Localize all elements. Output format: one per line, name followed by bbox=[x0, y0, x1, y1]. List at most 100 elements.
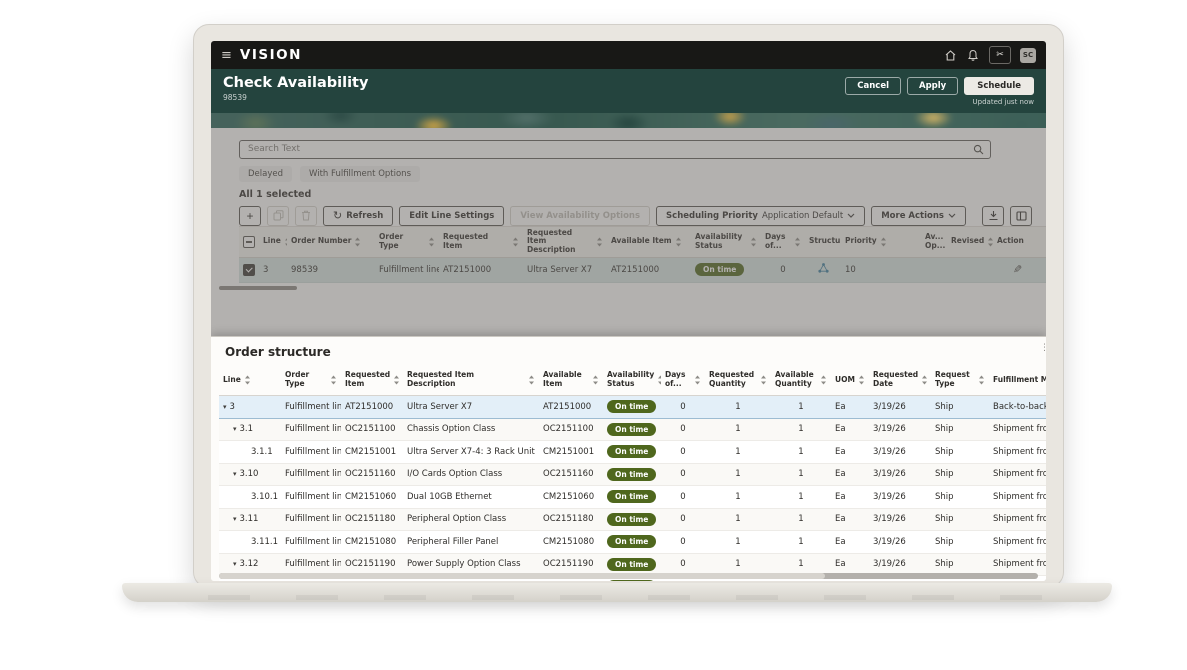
os-cell-requested_item: OC2151100 bbox=[341, 419, 403, 441]
os-cell-request_type: Ship bbox=[931, 509, 989, 531]
status-badge: On time bbox=[607, 400, 656, 413]
os-cell-days_of: 0 bbox=[661, 509, 705, 531]
os-cell-request_type: Ship bbox=[931, 419, 989, 441]
apply-button[interactable]: Apply bbox=[907, 77, 958, 95]
column-header-available_item[interactable]: Available Item bbox=[539, 365, 603, 395]
app-window: ≡ VISION ✂ SC Check Availability bbox=[211, 41, 1046, 581]
column-label: Fulfillment Mo bbox=[993, 376, 1046, 385]
column-header-status[interactable]: Availability Status bbox=[603, 365, 661, 395]
column-header-days_of[interactable]: Days of... bbox=[661, 365, 705, 395]
os-cell-status: On time bbox=[603, 419, 661, 441]
status-badge: On time bbox=[607, 558, 656, 571]
menu-icon[interactable]: ≡ bbox=[221, 48, 232, 63]
sort-icon bbox=[820, 375, 827, 385]
notifications-bell-icon[interactable] bbox=[966, 48, 980, 62]
sort-icon bbox=[528, 375, 535, 385]
os-cell-order_type: Fulfillment line bbox=[281, 396, 341, 418]
column-header-description[interactable]: Requested Item Description bbox=[403, 365, 539, 395]
os-cell-days_of: 0 bbox=[661, 531, 705, 553]
column-header-request_type[interactable]: Request Type bbox=[931, 365, 989, 395]
os-cell-fulfillment_mode: Shipment fron bbox=[989, 531, 1046, 553]
os-cell-uom: Ea bbox=[831, 396, 869, 418]
user-avatar[interactable]: SC bbox=[1020, 48, 1036, 63]
order-structure-row[interactable]: 3.10.1Fulfillment lineCM2151060Dual 10GB… bbox=[219, 486, 1046, 509]
os-cell-line: ▾3.1 bbox=[219, 419, 281, 441]
os-cell-order_type: Fulfillment line bbox=[281, 554, 341, 576]
panel-clipped-kebab-icon[interactable]: ⋮ bbox=[1040, 343, 1046, 353]
expand-arrow-icon[interactable]: ▾ bbox=[233, 470, 237, 478]
os-cell-request_type: Ship bbox=[931, 531, 989, 553]
column-header-line[interactable]: Line bbox=[219, 365, 281, 395]
os-cell-status: On time bbox=[603, 509, 661, 531]
os-cell-requested_item: AT2151000 bbox=[341, 396, 403, 418]
os-cell-requested_date: 3/19/26 bbox=[869, 419, 931, 441]
os-cell-order_type: Fulfillment line bbox=[281, 419, 341, 441]
schedule-button[interactable]: Schedule bbox=[964, 77, 1034, 95]
column-header-requested_item[interactable]: Requested Item bbox=[341, 365, 403, 395]
page-background: ≡ VISION ✂ SC Check Availability bbox=[0, 0, 1187, 670]
os-cell-uom: Ea bbox=[831, 419, 869, 441]
column-header-order_type[interactable]: Order Type bbox=[281, 365, 341, 395]
column-label: Line bbox=[223, 376, 241, 385]
os-cell-order_type: Fulfillment line bbox=[281, 464, 341, 486]
os-cell-requested_date: 3/19/26 bbox=[869, 464, 931, 486]
laptop-screen-bezel: ≡ VISION ✂ SC Check Availability bbox=[193, 24, 1064, 588]
status-badge: On time bbox=[607, 535, 656, 548]
os-cell-order_type: Fulfillment line bbox=[281, 441, 341, 463]
order-structure-table-header: Line Order TypeRequested ItemRequested It… bbox=[219, 365, 1046, 396]
expand-arrow-icon[interactable]: ▾ bbox=[233, 515, 237, 523]
os-cell-fulfillment_mode: Shipment fron bbox=[989, 464, 1046, 486]
home-icon[interactable] bbox=[943, 48, 957, 62]
os-cell-status: On time bbox=[603, 531, 661, 553]
os-cell-days_of: 0 bbox=[661, 441, 705, 463]
os-cell-status: On time bbox=[603, 441, 661, 463]
os-cell-available_qty: 1 bbox=[771, 486, 831, 508]
os-cell-fulfillment_mode: Shipment fron bbox=[989, 554, 1046, 576]
order-structure-row[interactable]: 3.11.1Fulfillment lineCM2151080Periphera… bbox=[219, 531, 1046, 554]
expand-arrow-icon[interactable]: ▾ bbox=[233, 560, 237, 568]
order-structure-row[interactable]: ▾3Fulfillment lineAT2151000Ultra Server … bbox=[219, 396, 1046, 419]
os-cell-available_item: CM2151060 bbox=[539, 486, 603, 508]
column-header-requested_qty[interactable]: Requested Quantity bbox=[705, 365, 771, 395]
os-cell-requested_date: 3/19/26 bbox=[869, 396, 931, 418]
status-badge: On time bbox=[607, 513, 656, 526]
sort-icon bbox=[592, 375, 599, 385]
column-header-uom[interactable]: UOM bbox=[831, 365, 869, 395]
order-structure-row[interactable]: ▾3.10Fulfillment lineOC2151160I/O Cards … bbox=[219, 464, 1046, 487]
os-cell-available_qty: 1 bbox=[771, 396, 831, 418]
os-cell-available_item: OC2151190 bbox=[539, 554, 603, 576]
os-cell-requested_date: 3/19/26 bbox=[869, 509, 931, 531]
os-cell-line: ▾3.10 bbox=[219, 464, 281, 486]
os-cell-uom: Ea bbox=[831, 464, 869, 486]
os-cell-fulfillment_mode: Back-to-back s bbox=[989, 396, 1046, 418]
os-cell-requested_qty: 1 bbox=[705, 419, 771, 441]
status-badge: On time bbox=[607, 468, 656, 481]
cancel-button[interactable]: Cancel bbox=[845, 77, 901, 95]
column-header-available_qty[interactable]: Available Quantity bbox=[771, 365, 831, 395]
column-label: Requested Date bbox=[873, 371, 918, 388]
os-cell-order_type: Fulfillment line bbox=[281, 509, 341, 531]
column-header-requested_date[interactable]: Requested Date bbox=[869, 365, 931, 395]
line-number: 3.1 bbox=[240, 424, 254, 434]
expand-arrow-icon[interactable]: ▾ bbox=[223, 403, 227, 411]
os-cell-status: On time bbox=[603, 464, 661, 486]
os-cell-requested_item: OC2151190 bbox=[341, 554, 403, 576]
sort-icon bbox=[330, 375, 337, 385]
os-cell-requested_qty: 1 bbox=[705, 396, 771, 418]
line-number: 3.11.1 bbox=[251, 537, 278, 547]
assistant-scissors-icon[interactable]: ✂ bbox=[989, 46, 1011, 64]
os-cell-description: Ultra Server X7 bbox=[403, 396, 539, 418]
lines-section: Delayed With Fulfillment Options All 1 s… bbox=[211, 128, 1046, 336]
os-cell-available_qty: 1 bbox=[771, 531, 831, 553]
os-cell-available_item: AT2151000 bbox=[539, 396, 603, 418]
column-label: UOM bbox=[835, 376, 855, 385]
order-structure-row[interactable]: ▾3.11Fulfillment lineOC2151180Peripheral… bbox=[219, 509, 1046, 532]
os-cell-uom: Ea bbox=[831, 509, 869, 531]
os-cell-description: Dual 10GB Ethernet bbox=[403, 486, 539, 508]
status-badge: On time bbox=[607, 490, 656, 503]
order-structure-row[interactable]: ▾3.1Fulfillment lineOC2151100Chassis Opt… bbox=[219, 419, 1046, 442]
os-cell-available_item: CM2151080 bbox=[539, 531, 603, 553]
order-structure-row[interactable]: 3.1.1Fulfillment lineCM2151001Ultra Serv… bbox=[219, 441, 1046, 464]
expand-arrow-icon[interactable]: ▾ bbox=[233, 425, 237, 433]
order-structure-scrollbar[interactable] bbox=[219, 573, 1038, 579]
